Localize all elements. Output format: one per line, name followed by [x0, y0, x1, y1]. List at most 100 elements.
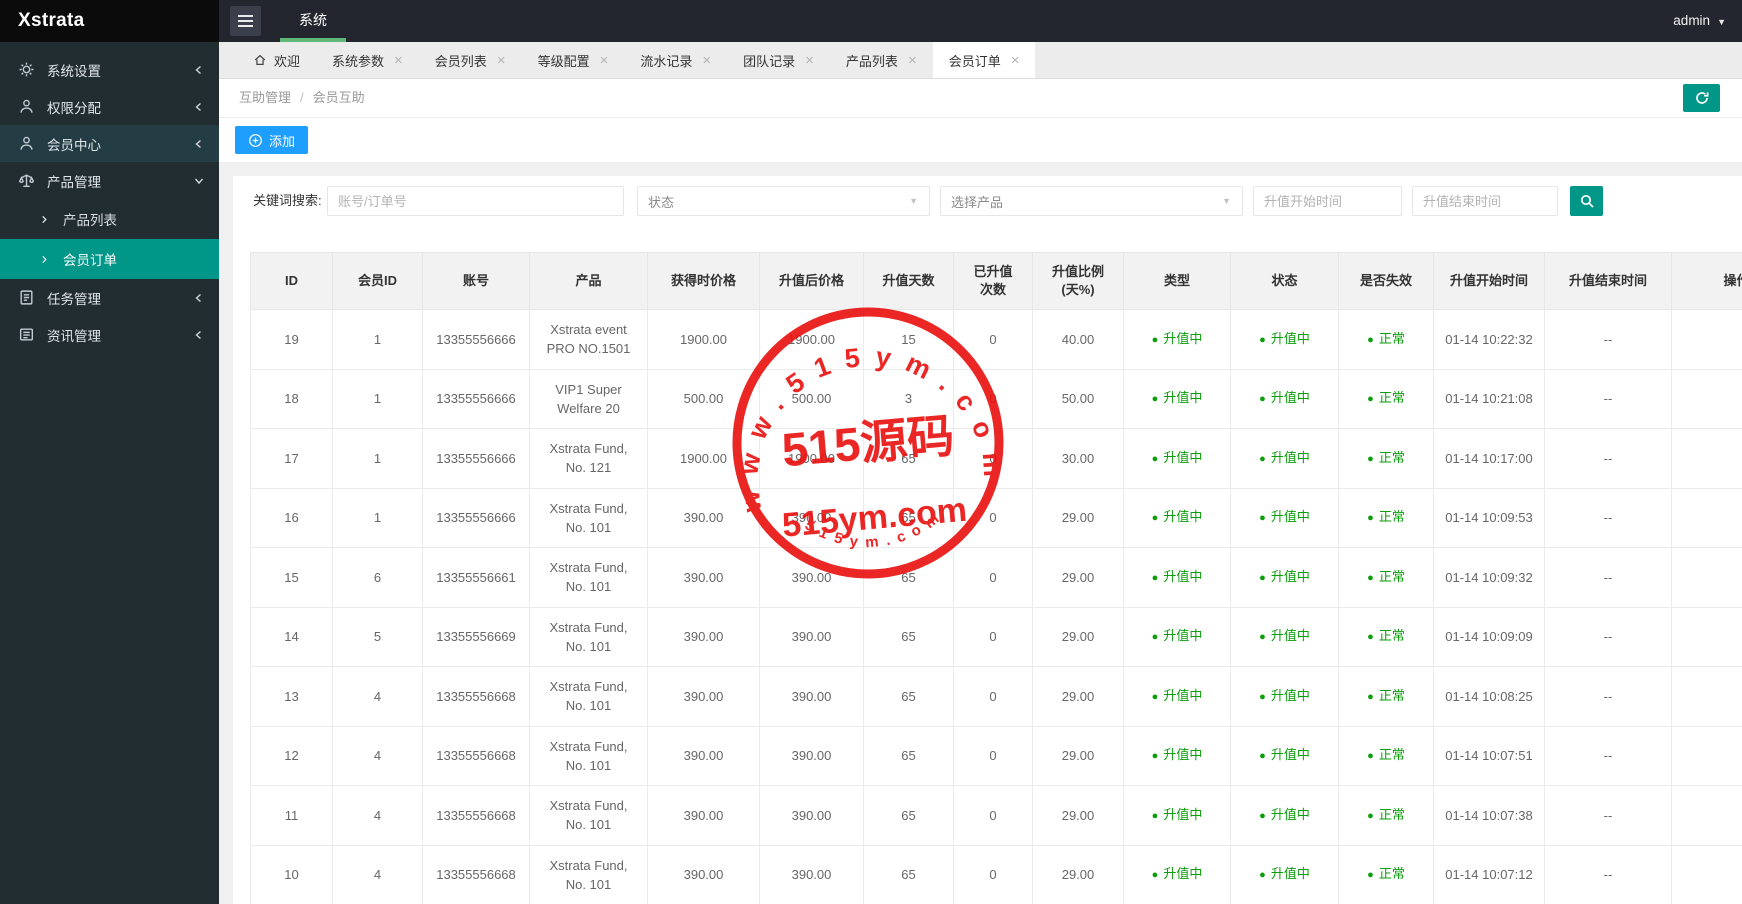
cell-price_after: 390.00: [759, 785, 864, 846]
product-select-value: 选择产品: [951, 194, 1004, 210]
close-icon[interactable]: ×: [394, 53, 403, 68]
cell-start_time: 01-14 10:07:12: [1433, 844, 1545, 904]
breadcrumb-separator: /: [300, 90, 304, 105]
cell-member_id: 4: [332, 844, 423, 904]
close-icon[interactable]: ×: [1011, 53, 1020, 68]
cell-end_time: --: [1544, 309, 1672, 370]
cell-product: Xstrata Fund, No. 101: [529, 785, 648, 846]
cell-price_obtained: 390.00: [647, 725, 760, 786]
cell-valid: 正常: [1338, 725, 1434, 786]
cell-price_obtained: 1900.00: [647, 428, 760, 489]
cell-start_time: 01-14 10:22:32: [1433, 309, 1545, 370]
cell-start_time: 01-14 10:07:51: [1433, 725, 1545, 786]
add-button[interactable]: 添加: [235, 126, 309, 154]
cell-ratio: 29.00: [1032, 666, 1124, 727]
cell-ops: [1671, 725, 1742, 786]
tab-flow-records[interactable]: 流水记录 ×: [624, 42, 727, 78]
refresh-button[interactable]: [1683, 84, 1720, 112]
close-icon[interactable]: ×: [805, 53, 814, 68]
perm-icon: [18, 98, 35, 115]
cell-ratio: 40.00: [1032, 309, 1124, 370]
close-icon[interactable]: ×: [908, 53, 917, 68]
breadcrumb-bar: 互助管理 / 会员互助: [219, 79, 1742, 118]
sidebar-item-label: 产品管理: [47, 174, 101, 190]
sidebar-item-member-center[interactable]: 会员中心: [0, 125, 219, 162]
table-row: 17 1 13355556666 Xstrata Fund, No. 121 1900.…: [250, 428, 1742, 489]
end-time-input[interactable]: [1412, 186, 1558, 216]
cell-ratio: 29.00: [1032, 487, 1124, 548]
chevron-down-icon: ▼: [1717, 17, 1726, 27]
cell-valid: 正常: [1338, 844, 1434, 904]
cell-end_time: --: [1544, 844, 1672, 904]
tab-level-config[interactable]: 等级配置 ×: [522, 42, 625, 78]
topnav-item-system[interactable]: 系统: [280, 0, 346, 42]
cell-ops: [1671, 487, 1742, 548]
sidebar-item-product-list[interactable]: 产品列表: [0, 199, 219, 239]
start-time-input[interactable]: [1253, 186, 1402, 216]
tab-system-params[interactable]: 系统参数 ×: [316, 42, 419, 78]
sidebar-item-system-settings[interactable]: 系统设置: [0, 51, 219, 88]
filter-bar: 关键词搜索: 状态 ▼ 选择产品 ▼: [233, 186, 1742, 216]
breadcrumb-item[interactable]: 互助管理: [239, 90, 291, 105]
cell-account: 13355556669: [422, 606, 530, 667]
cell-price_after: 390.00: [759, 606, 864, 667]
cell-id: 10: [250, 844, 333, 904]
cell-id: 14: [250, 606, 333, 667]
cell-start_time: 01-14 10:09:09: [1433, 606, 1545, 667]
breadcrumb: 互助管理 / 会员互助: [239, 79, 365, 117]
column-header-member_id: 会员ID: [332, 252, 423, 310]
cell-id: 16: [250, 487, 333, 548]
close-icon[interactable]: ×: [497, 53, 506, 68]
column-header-type: 类型: [1123, 252, 1231, 310]
cell-price_after: 390.00: [759, 666, 864, 727]
cell-times: 0: [953, 844, 1033, 904]
tab-team-records[interactable]: 团队记录 ×: [727, 42, 830, 78]
chevron-left-icon: [194, 293, 204, 303]
tab-label: 等级配置: [537, 53, 590, 69]
cell-status: 升值中: [1230, 844, 1339, 904]
sidebar-item-news-management[interactable]: 资讯管理: [0, 316, 219, 353]
cell-price_obtained: 390.00: [647, 487, 760, 548]
column-header-end_time: 升值结束时间: [1544, 252, 1672, 310]
close-icon[interactable]: ×: [702, 53, 711, 68]
chevron-down-icon: ▼: [1222, 196, 1231, 206]
table-row: 19 1 13355556666 Xstrata event PRO NO.1501 1…: [250, 309, 1742, 370]
cell-type: 升值中: [1123, 547, 1231, 608]
tab-welcome[interactable]: 欢迎: [237, 42, 316, 78]
chevron-left-icon: [194, 65, 204, 75]
product-select[interactable]: 选择产品 ▼: [940, 186, 1243, 216]
tab-member-orders[interactable]: 会员订单 ×: [932, 42, 1036, 78]
hamburger-menu-icon[interactable]: [230, 6, 261, 36]
cell-start_time: 01-14 10:07:38: [1433, 785, 1545, 846]
keyword-input[interactable]: [327, 186, 624, 216]
tab-bar: 欢迎 系统参数 × 会员列表 × 等级配置 × 流水记录 × 团队记录 × 产品列表 × 会员订单 ×: [219, 42, 1742, 79]
cell-product: VIP1 Super Welfare 20: [529, 368, 648, 429]
tab-product-list[interactable]: 产品列表 ×: [830, 42, 933, 78]
cell-ratio: 29.00: [1032, 606, 1124, 667]
cell-price_obtained: 1900.00: [647, 309, 760, 370]
close-icon[interactable]: ×: [600, 53, 609, 68]
user-menu[interactable]: admin ▼: [1673, 0, 1726, 42]
status-select[interactable]: 状态 ▼: [637, 186, 930, 216]
cell-product: Xstrata Fund, No. 101: [529, 844, 648, 904]
tab-member-list[interactable]: 会员列表 ×: [419, 42, 522, 78]
cell-days: 65: [863, 844, 954, 904]
plus-circle-icon: [248, 133, 263, 148]
keyword-search-label: 关键词搜索:: [253, 193, 322, 208]
cell-start_time: 01-14 10:09:32: [1433, 547, 1545, 608]
cell-ratio: 50.00: [1032, 368, 1124, 429]
cell-product: Xstrata Fund, No. 101: [529, 606, 648, 667]
sidebar-item-permissions[interactable]: 权限分配: [0, 88, 219, 125]
cell-type: 升值中: [1123, 725, 1231, 786]
status-select-value: 状态: [648, 194, 675, 210]
cell-id: 11: [250, 785, 333, 846]
cell-valid: 正常: [1338, 368, 1434, 429]
sidebar-item-task-management[interactable]: 任务管理: [0, 279, 219, 316]
cell-times: 0: [953, 547, 1033, 608]
cell-price_obtained: 390.00: [647, 606, 760, 667]
refresh-icon: [1694, 90, 1710, 106]
search-button[interactable]: [1570, 186, 1603, 216]
sidebar-item-label: 权限分配: [47, 100, 101, 116]
sidebar-item-member-orders[interactable]: 会员订单: [0, 239, 219, 279]
sidebar-item-product-management[interactable]: 产品管理: [0, 162, 219, 199]
